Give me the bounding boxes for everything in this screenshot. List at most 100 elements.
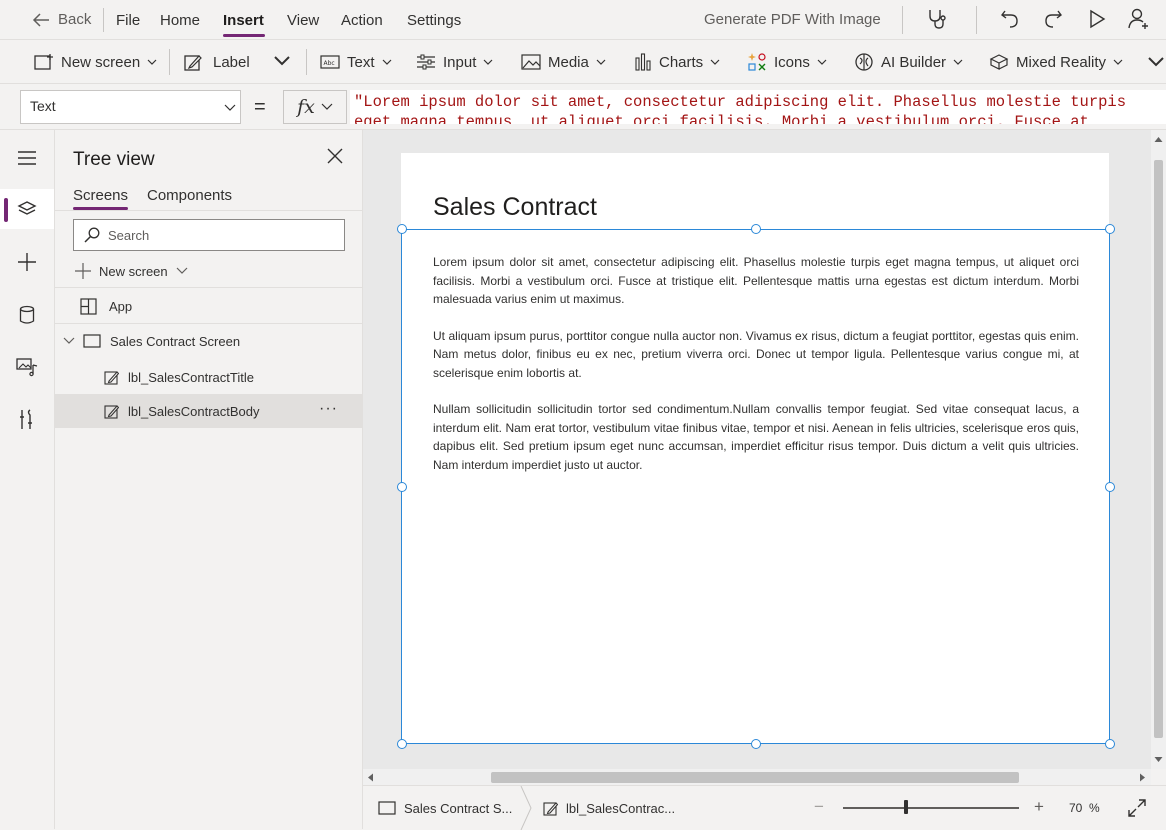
tree-new-screen-label: New screen xyxy=(99,263,168,279)
back-button[interactable]: Back xyxy=(32,11,91,28)
insert-ribbon: New screen Label Abc Text Input Media Ch… xyxy=(0,40,1166,84)
label-dropdown-button[interactable] xyxy=(272,54,292,68)
tab-components[interactable]: Components xyxy=(147,187,232,204)
rail-active-indicator xyxy=(4,198,8,222)
resize-handle[interactable] xyxy=(397,739,407,749)
breadcrumb-control[interactable]: lbl_SalesContrac... xyxy=(543,786,675,830)
svg-text:Abc: Abc xyxy=(324,60,335,67)
tree-new-screen-button[interactable]: New screen xyxy=(75,260,188,282)
menu-insert[interactable]: Insert xyxy=(223,12,264,29)
charts-ribbon-button[interactable]: Charts xyxy=(634,40,720,84)
insert-rail-button[interactable] xyxy=(0,242,54,282)
scroll-down-icon xyxy=(1154,757,1163,762)
chevron-down-icon xyxy=(63,337,75,344)
scroll-up-icon xyxy=(1154,137,1163,142)
function-button[interactable]: fx xyxy=(283,90,347,124)
undo-icon xyxy=(1001,10,1018,28)
vertical-scrollbar[interactable] xyxy=(1151,130,1166,769)
breadcrumb-separator-icon xyxy=(520,786,532,830)
resize-handle[interactable] xyxy=(397,224,407,234)
menu-settings[interactable]: Settings xyxy=(407,12,461,29)
input-ribbon-button[interactable]: Input xyxy=(416,40,493,84)
redo-button[interactable] xyxy=(1042,8,1064,30)
left-rail xyxy=(0,130,55,829)
chevron-down-icon xyxy=(224,104,236,111)
formula-input[interactable]: "Lorem ipsum dolor sit amet, consectetur… xyxy=(350,90,1166,124)
sales-contract-title[interactable]: Sales Contract xyxy=(433,193,597,222)
new-screen-ribbon-button[interactable]: New screen xyxy=(34,40,157,84)
new-screen-label: New screen xyxy=(61,53,141,71)
tree-item-screen[interactable]: Sales Contract Screen xyxy=(55,324,363,358)
fit-to-window-button[interactable] xyxy=(1128,799,1146,817)
tree-item-app[interactable]: App xyxy=(55,289,363,323)
resize-handle[interactable] xyxy=(751,739,761,749)
vertical-scroll-thumb[interactable] xyxy=(1154,160,1163,738)
media-ribbon-button[interactable]: Media xyxy=(521,40,606,84)
resize-handle[interactable] xyxy=(1105,739,1115,749)
ribbon-overflow-button[interactable] xyxy=(1146,55,1166,69)
play-icon xyxy=(1090,9,1106,29)
mixed-reality-icon xyxy=(989,54,1009,70)
ai-builder-ribbon-button[interactable]: AI Builder xyxy=(854,40,963,84)
mixed-reality-ribbon-button[interactable]: Mixed Reality xyxy=(989,40,1123,84)
breadcrumb-screen-label: Sales Contract S... xyxy=(404,800,513,816)
tab-screens[interactable]: Screens xyxy=(73,187,128,204)
ai-brain-icon xyxy=(855,53,873,71)
resize-handle[interactable] xyxy=(1105,482,1115,492)
tree-item-body-label[interactable]: lbl_SalesContractBody ··· xyxy=(55,394,363,428)
zoom-level: 70 % xyxy=(1069,801,1100,815)
menu-action[interactable]: Action xyxy=(341,12,383,29)
tree-search-input[interactable]: Search xyxy=(73,219,345,251)
media-rail-button[interactable] xyxy=(0,347,54,387)
menu-home[interactable]: Home xyxy=(160,12,200,29)
tree-item-label: lbl_SalesContractBody xyxy=(128,403,260,419)
tree-item-title-label[interactable]: lbl_SalesContractTitle xyxy=(55,360,363,394)
chevron-down-icon xyxy=(596,59,606,65)
label-ribbon-button[interactable]: Label xyxy=(184,40,250,84)
text-ribbon-button[interactable]: Abc Text xyxy=(320,40,392,84)
undo-button[interactable] xyxy=(999,8,1021,30)
chevron-down-icon xyxy=(382,59,391,65)
resize-handle[interactable] xyxy=(1105,224,1115,234)
zoom-in-button[interactable]: + xyxy=(1034,797,1044,817)
history-divider xyxy=(976,6,977,34)
icons-ribbon-button[interactable]: Icons xyxy=(747,40,827,84)
scroll-right-icon xyxy=(1140,773,1145,782)
tree-item-label: Sales Contract Screen xyxy=(110,333,241,349)
resize-handle[interactable] xyxy=(751,224,761,234)
menu-view[interactable]: View xyxy=(287,12,319,29)
preview-play-button[interactable] xyxy=(1087,8,1107,30)
zoom-slider-thumb[interactable] xyxy=(904,800,909,814)
chevron-down-icon xyxy=(483,59,493,65)
new-screen-icon xyxy=(34,54,53,70)
zoom-out-button[interactable]: − xyxy=(814,797,824,817)
chevron-down-icon xyxy=(176,267,188,274)
chevron-down-icon xyxy=(274,56,290,66)
zoom-slider[interactable] xyxy=(843,807,1019,809)
menu-file[interactable]: File xyxy=(116,12,140,29)
close-tree-button[interactable] xyxy=(327,148,343,164)
resize-handle[interactable] xyxy=(397,482,407,492)
edit-label-icon xyxy=(543,801,558,816)
hamburger-icon xyxy=(18,151,36,165)
ribbon-divider xyxy=(306,49,307,75)
tree-view-rail-button[interactable] xyxy=(0,189,54,229)
chevron-down-icon xyxy=(321,103,333,110)
chevron-down-icon xyxy=(1148,57,1164,67)
more-options-button[interactable]: ··· xyxy=(319,400,338,418)
share-button[interactable] xyxy=(1127,7,1151,31)
chevron-down-icon xyxy=(1113,59,1123,65)
tree-view-title: Tree view xyxy=(73,149,155,170)
breadcrumb-screen[interactable]: Sales Contract S... xyxy=(378,786,512,830)
label-button-text: Label xyxy=(213,53,250,71)
image-icon xyxy=(521,54,541,70)
advanced-tools-rail-button[interactable] xyxy=(0,400,54,440)
data-rail-button[interactable] xyxy=(0,295,54,335)
horizontal-scroll-thumb[interactable] xyxy=(491,772,1019,783)
database-icon xyxy=(19,305,35,324)
hamburger-menu-button[interactable] xyxy=(0,138,54,178)
plus-icon xyxy=(75,263,91,279)
property-dropdown[interactable]: Text xyxy=(20,90,241,124)
app-checker-button[interactable] xyxy=(926,8,948,30)
horizontal-scrollbar[interactable] xyxy=(363,769,1151,785)
